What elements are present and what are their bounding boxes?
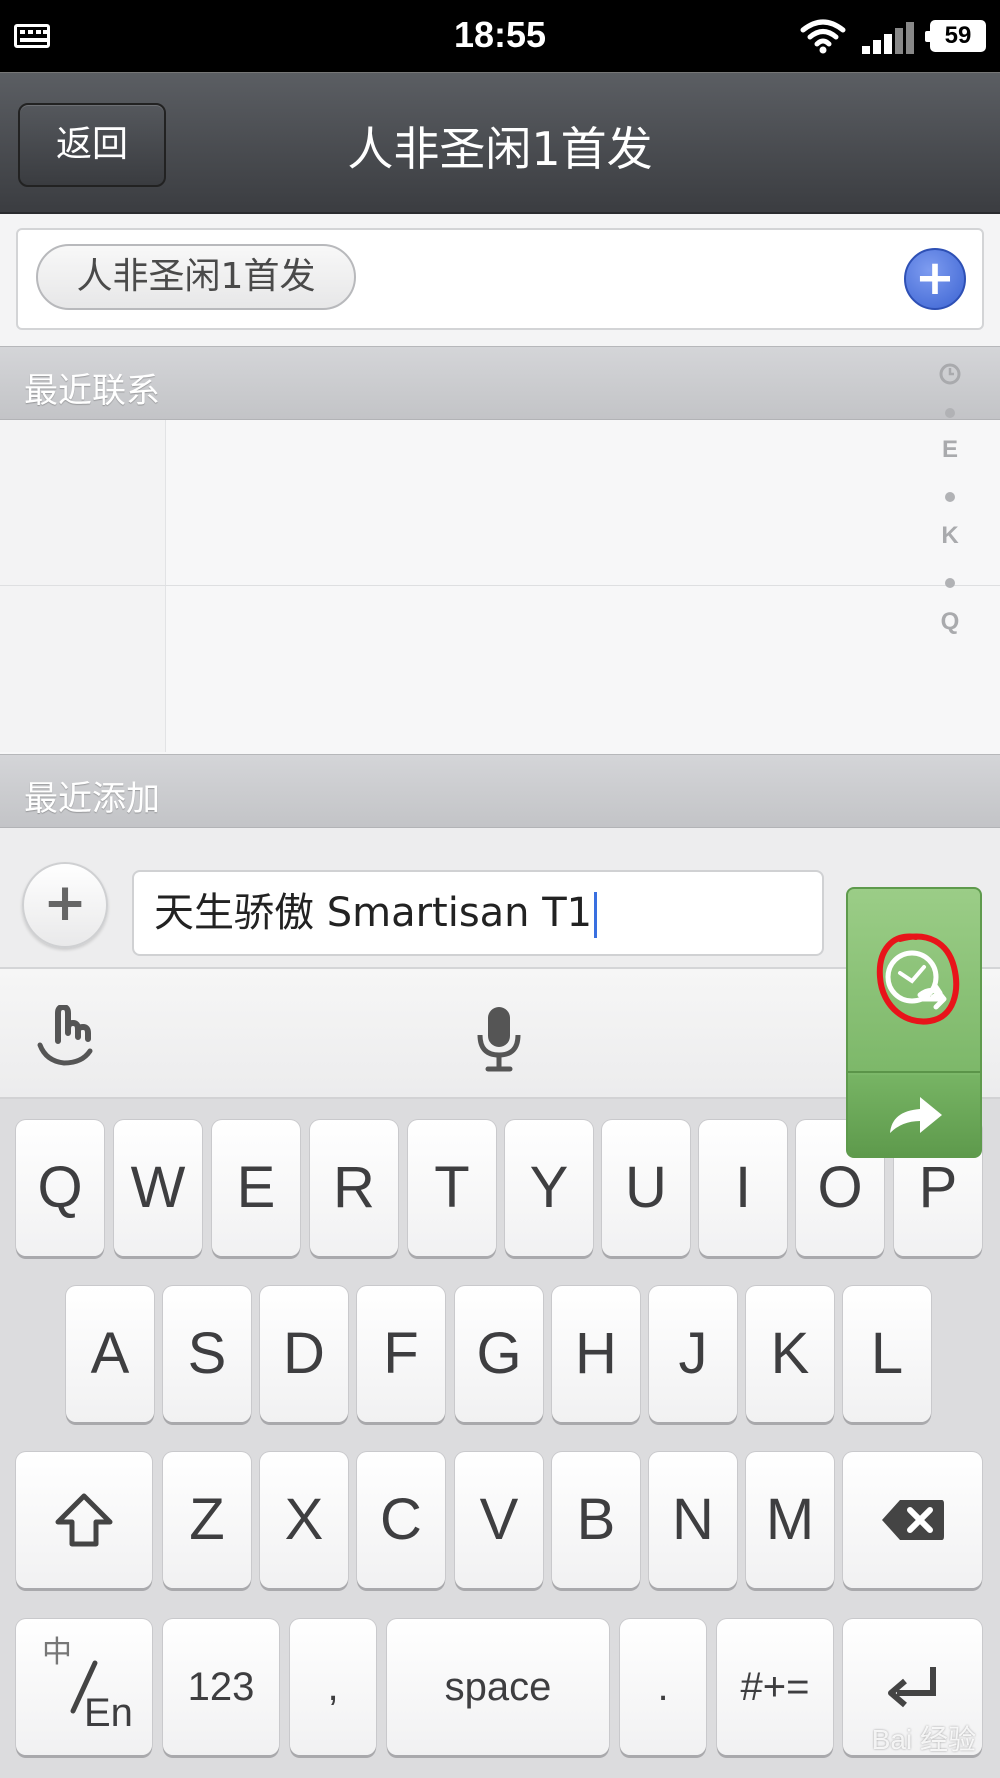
avatar	[0, 420, 166, 585]
index-letter[interactable]: K	[930, 522, 970, 550]
section-title: 最近联系	[24, 371, 160, 411]
key-n[interactable]: N	[649, 1452, 737, 1588]
backspace-key[interactable]	[843, 1452, 982, 1588]
signal-icon	[862, 22, 914, 54]
message-text: 天生骄傲 Smartisan T1	[154, 890, 593, 936]
symbols-key[interactable]: #+=	[717, 1619, 833, 1755]
page-title: 人非圣闲1首发	[347, 122, 653, 176]
key-j[interactable]: J	[649, 1286, 737, 1422]
key-q[interactable]: Q	[16, 1120, 104, 1256]
battery-indicator: 59	[925, 20, 986, 52]
index-dot	[945, 408, 955, 418]
scheduled-send-button[interactable]	[848, 889, 980, 1073]
period-key[interactable]: .	[620, 1619, 706, 1755]
microphone-icon[interactable]	[474, 1005, 524, 1073]
annotation-circle	[876, 933, 960, 1025]
clock-index-icon[interactable]	[938, 362, 962, 386]
arrow-right-icon	[890, 1097, 942, 1133]
avatar	[0, 586, 166, 752]
list-item[interactable]	[0, 586, 1000, 752]
space-key[interactable]: space	[387, 1619, 609, 1755]
key-r[interactable]: R	[310, 1120, 398, 1256]
key-z[interactable]: Z	[163, 1452, 251, 1588]
key-h[interactable]: H	[552, 1286, 640, 1422]
key-s[interactable]: S	[163, 1286, 251, 1422]
key-w[interactable]: W	[114, 1120, 202, 1256]
language-switch-key[interactable]: 中 En	[16, 1619, 152, 1755]
key-y[interactable]: Y	[505, 1120, 593, 1256]
shift-arrow-icon	[55, 1493, 113, 1547]
key-v[interactable]: V	[455, 1452, 543, 1588]
status-bar: 18:55 59	[0, 0, 1000, 72]
recipient-field[interactable]: 人非圣闲1首发 +	[16, 228, 984, 330]
key-l[interactable]: L	[843, 1286, 931, 1422]
main-content: 人非圣闲1首发 + 最近联系 E K Q 最近添加 + 天生骄傲 Smartis…	[0, 214, 1000, 1158]
wifi-icon	[800, 19, 846, 54]
watermark: Bai 经验	[871, 1724, 976, 1755]
message-input[interactable]: 天生骄傲 Smartisan T1	[132, 870, 824, 956]
nav-bar: 返回 人非圣闲1首发	[0, 72, 1000, 214]
numbers-key[interactable]: 123	[163, 1619, 279, 1755]
attach-button[interactable]: +	[22, 862, 108, 948]
list-item[interactable]	[0, 420, 1000, 586]
send-button[interactable]	[848, 1075, 980, 1156]
status-time: 18:55	[453, 14, 547, 55]
key-u[interactable]: U	[602, 1120, 690, 1256]
key-t[interactable]: T	[408, 1120, 496, 1256]
key-a[interactable]: A	[66, 1286, 154, 1422]
contact-list	[0, 420, 1000, 754]
back-button[interactable]: 返回	[18, 103, 166, 187]
key-f[interactable]: F	[357, 1286, 445, 1422]
key-g[interactable]: G	[455, 1286, 543, 1422]
index-letter[interactable]: E	[930, 436, 970, 464]
send-panel	[846, 887, 982, 1158]
key-k[interactable]: K	[746, 1286, 834, 1422]
lang-top-label: 中	[42, 1636, 72, 1669]
return-arrow-icon	[887, 1667, 936, 1708]
add-recipient-button[interactable]: +	[904, 248, 966, 310]
plus-icon: +	[43, 873, 87, 933]
index-dot	[945, 492, 955, 502]
text-caret	[594, 892, 598, 938]
key-b[interactable]: B	[552, 1452, 640, 1588]
shift-key[interactable]	[16, 1452, 152, 1588]
key-c[interactable]: C	[357, 1452, 445, 1588]
recipient-chip[interactable]: 人非圣闲1首发	[36, 244, 356, 310]
backspace-icon	[881, 1500, 944, 1540]
index-letter[interactable]: Q	[930, 608, 970, 636]
key-d[interactable]: D	[260, 1286, 348, 1422]
key-m[interactable]: M	[746, 1452, 834, 1588]
lang-bottom-label: En	[84, 1691, 133, 1735]
key-i[interactable]: I	[699, 1120, 787, 1256]
plus-circle-icon: +	[914, 250, 956, 306]
section-recent-contacts: 最近联系	[0, 346, 1000, 420]
index-dot	[945, 578, 955, 588]
hand-gesture-icon[interactable]	[36, 1005, 96, 1069]
key-x[interactable]: X	[260, 1452, 348, 1588]
section-title: 最近添加	[24, 779, 160, 819]
section-recent-added: 最近添加	[0, 754, 1000, 828]
comma-key[interactable]: ,	[290, 1619, 376, 1755]
key-e[interactable]: E	[212, 1120, 300, 1256]
